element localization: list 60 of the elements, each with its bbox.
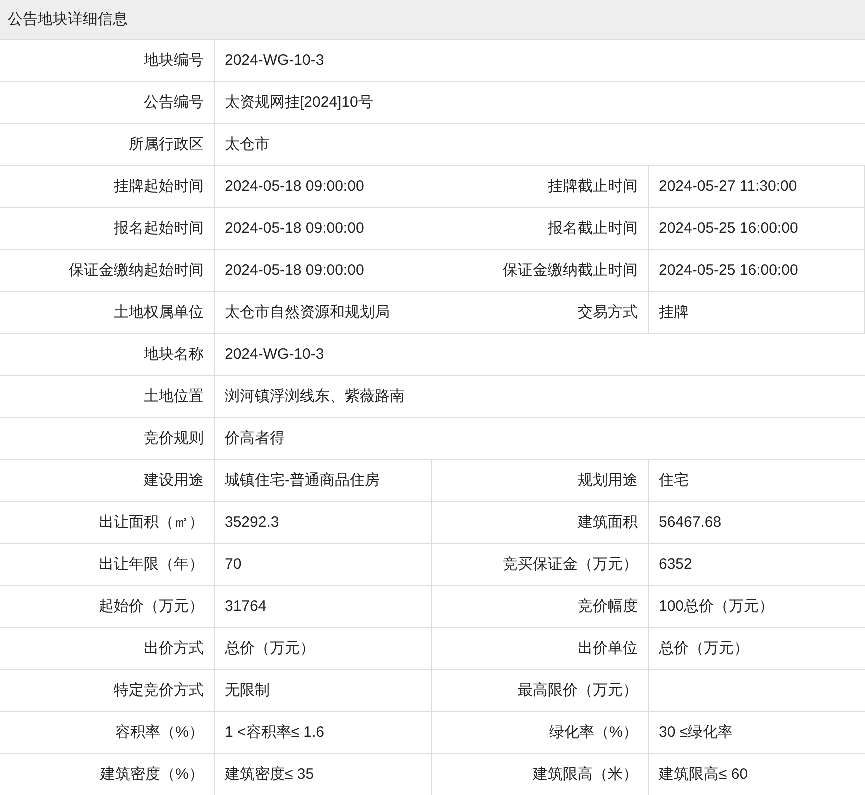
field-value: 100总价（万元）: [649, 586, 865, 628]
field-label: 报名截止时间: [432, 208, 649, 250]
field-label: 出价方式: [0, 628, 215, 670]
field-value: 2024-05-25 16:00:00: [649, 250, 865, 292]
field-value: 35292.3: [215, 502, 432, 544]
field-label: 容积率（%）: [0, 712, 215, 754]
field-value: 56467.68: [649, 502, 865, 544]
field-label: 规划用途: [432, 460, 649, 502]
field-label: 土地位置: [0, 376, 215, 418]
field-value: 2024-05-27 11:30:00: [649, 166, 865, 208]
field-value: 无限制: [215, 670, 432, 712]
field-label: 土地权属单位: [0, 292, 215, 334]
field-label: 建设用途: [0, 460, 215, 502]
field-label: 公告编号: [0, 82, 215, 124]
field-value: 太仓市: [215, 124, 865, 166]
field-label: 保证金缴纳起始时间: [0, 250, 215, 292]
field-value: 2024-WG-10-3: [215, 40, 865, 82]
field-value: 浏河镇浮浏线东、紫薇路南: [215, 376, 865, 418]
field-value: 2024-05-18 09:00:00: [215, 208, 432, 250]
field-label: 挂牌截止时间: [432, 166, 649, 208]
field-label: 起始价（万元）: [0, 586, 215, 628]
field-value: 2024-05-18 09:00:00: [215, 250, 432, 292]
field-value: 70: [215, 544, 432, 586]
field-value: 价高者得: [215, 418, 865, 460]
field-label: 挂牌起始时间: [0, 166, 215, 208]
field-label: 地块编号: [0, 40, 215, 82]
field-value: 2024-WG-10-3: [215, 334, 865, 376]
field-value: 挂牌: [649, 292, 865, 334]
field-value: 2024-05-25 16:00:00: [649, 208, 865, 250]
field-label: 建筑密度（%）: [0, 754, 215, 795]
field-label: 建筑面积: [432, 502, 649, 544]
field-value: 住宅: [649, 460, 865, 502]
field-label: 出让年限（年）: [0, 544, 215, 586]
field-label: 最高限价（万元）: [432, 670, 649, 712]
field-label: 出让面积（㎡）: [0, 502, 215, 544]
field-label: 报名起始时间: [0, 208, 215, 250]
panel-title: 公告地块详细信息: [0, 0, 865, 40]
field-label: 建筑限高（米）: [432, 754, 649, 795]
field-value: 2024-05-18 09:00:00: [215, 166, 432, 208]
field-label: 绿化率（%）: [432, 712, 649, 754]
field-label: 竞价规则: [0, 418, 215, 460]
field-value: 太仓市自然资源和规划局: [215, 292, 432, 334]
field-label: 交易方式: [432, 292, 649, 334]
field-value: 总价（万元）: [215, 628, 432, 670]
field-label: 保证金缴纳截止时间: [432, 250, 649, 292]
field-value: 城镇住宅-普通商品住房: [215, 460, 432, 502]
field-label: 出价单位: [432, 628, 649, 670]
field-label: 特定竞价方式: [0, 670, 215, 712]
field-value: 太资规网挂[2024]10号: [215, 82, 865, 124]
field-label: 地块名称: [0, 334, 215, 376]
field-value: 建筑密度≤ 35: [215, 754, 432, 795]
field-label: 竞买保证金（万元）: [432, 544, 649, 586]
field-value: 6352: [649, 544, 865, 586]
field-label: 竞价幅度: [432, 586, 649, 628]
field-value: 31764: [215, 586, 432, 628]
field-value: 建筑限高≤ 60: [649, 754, 865, 795]
field-value: 总价（万元）: [649, 628, 865, 670]
field-value: 1 <容积率≤ 1.6: [215, 712, 432, 754]
field-label: 所属行政区: [0, 124, 215, 166]
field-value: 30 ≤绿化率: [649, 712, 865, 754]
